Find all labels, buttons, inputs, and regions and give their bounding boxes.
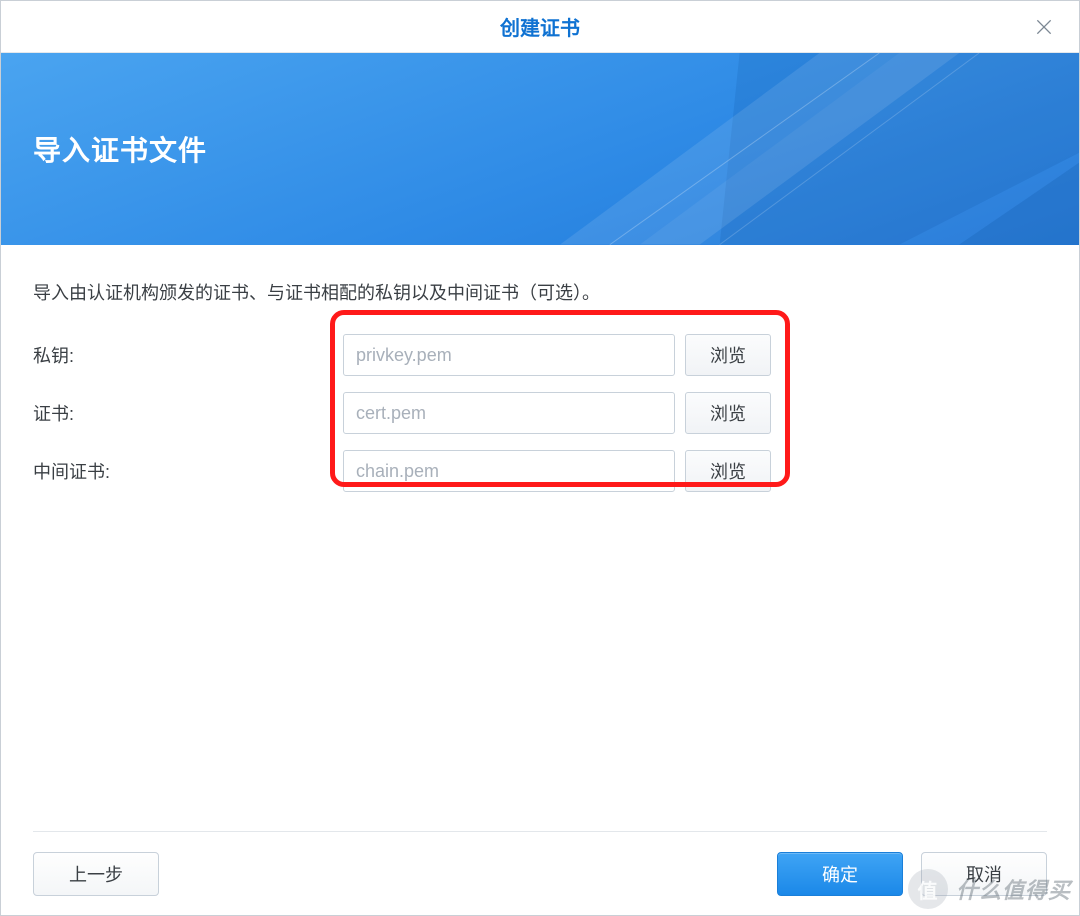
close-button[interactable] (1031, 14, 1057, 40)
row-certificate: 证书: 浏览 (33, 391, 1047, 435)
browse-certificate-button[interactable]: 浏览 (685, 392, 771, 434)
row-private-key: 私钥: 浏览 (33, 333, 1047, 377)
intermediate-certificate-input[interactable] (343, 450, 675, 492)
cancel-button[interactable]: 取消 (921, 852, 1047, 896)
ok-button[interactable]: 确定 (777, 852, 903, 896)
label-private-key: 私钥: (33, 342, 343, 368)
close-icon (1034, 17, 1054, 37)
browse-private-key-button[interactable]: 浏览 (685, 334, 771, 376)
label-intermediate-certificate: 中间证书: (33, 458, 343, 484)
label-certificate: 证书: (33, 400, 343, 426)
titlebar: 创建证书 (1, 1, 1079, 53)
banner: 导入证书文件 (1, 53, 1079, 245)
create-certificate-dialog: 创建证书 导入证书文件 导入由认证机构颁发的证书、与证书相配的私钥以及中间证书（… (0, 0, 1080, 916)
back-button[interactable]: 上一步 (33, 852, 159, 896)
dialog-title: 创建证书 (500, 12, 580, 41)
description-text: 导入由认证机构颁发的证书、与证书相配的私钥以及中间证书（可选）。 (33, 279, 1047, 305)
content-area: 导入由认证机构颁发的证书、与证书相配的私钥以及中间证书（可选）。 私钥: 浏览 … (1, 245, 1079, 831)
banner-heading: 导入证书文件 (33, 129, 207, 169)
row-intermediate-certificate: 中间证书: 浏览 (33, 449, 1047, 493)
footer-right-group: 确定 取消 (777, 852, 1047, 896)
browse-intermediate-certificate-button[interactable]: 浏览 (685, 450, 771, 492)
footer: 上一步 确定 取消 (33, 831, 1047, 915)
private-key-input[interactable] (343, 334, 675, 376)
certificate-input[interactable] (343, 392, 675, 434)
